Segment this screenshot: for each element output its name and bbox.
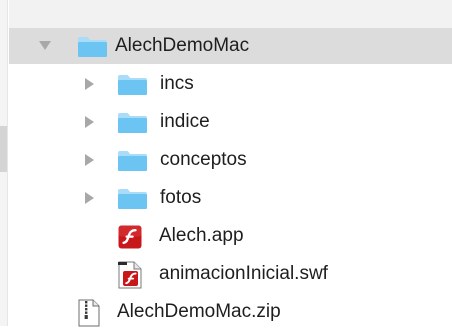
list-item-conceptos[interactable]: conceptos: [9, 142, 452, 178]
item-name: indice: [160, 111, 210, 132]
swf-document-icon: [118, 261, 142, 289]
folder-icon: [118, 151, 147, 171]
folder-icon: [118, 75, 147, 95]
disclosure-triangle-icon[interactable]: [82, 142, 98, 178]
zip-archive-icon: [78, 299, 100, 327]
folder-icon: [78, 37, 107, 57]
item-name: fotos: [160, 187, 202, 208]
list-item-alech-app[interactable]: Alech.app: [9, 218, 452, 254]
list-header-strip: [9, 0, 452, 28]
flash-app-icon: [118, 225, 142, 249]
folder-icon: [118, 189, 147, 209]
finder-list-view: AlechDemoMac incs indice conceptos fotos…: [0, 0, 452, 327]
list-item-animacioninicial-swf[interactable]: animacionInicial.swf: [9, 256, 452, 292]
item-name: conceptos: [160, 149, 247, 170]
list-item-alechdemomac-zip[interactable]: AlechDemoMac.zip: [9, 294, 452, 330]
disclosure-triangle-icon[interactable]: [82, 104, 98, 140]
disclosure-triangle-icon[interactable]: [82, 180, 98, 216]
disclosure-triangle-expanded-icon[interactable]: [37, 28, 53, 64]
item-name: AlechDemoMac.zip: [117, 301, 281, 322]
folder-icon: [118, 113, 147, 133]
list-item-incs[interactable]: incs: [9, 66, 452, 102]
item-name: AlechDemoMac: [115, 35, 250, 56]
item-name: Alech.app: [159, 225, 244, 246]
item-name: incs: [160, 73, 194, 94]
disclosure-triangle-icon[interactable]: [82, 66, 98, 102]
sidebar-edge: [0, 0, 8, 326]
item-name: animacionInicial.swf: [159, 263, 328, 284]
list-item-indice[interactable]: indice: [9, 104, 452, 140]
file-list: AlechDemoMac incs indice conceptos fotos…: [9, 0, 452, 327]
list-item-fotos[interactable]: fotos: [9, 180, 452, 216]
list-item-alechdemomac[interactable]: AlechDemoMac: [9, 28, 452, 64]
scrollbar-thumb[interactable]: [0, 126, 7, 172]
